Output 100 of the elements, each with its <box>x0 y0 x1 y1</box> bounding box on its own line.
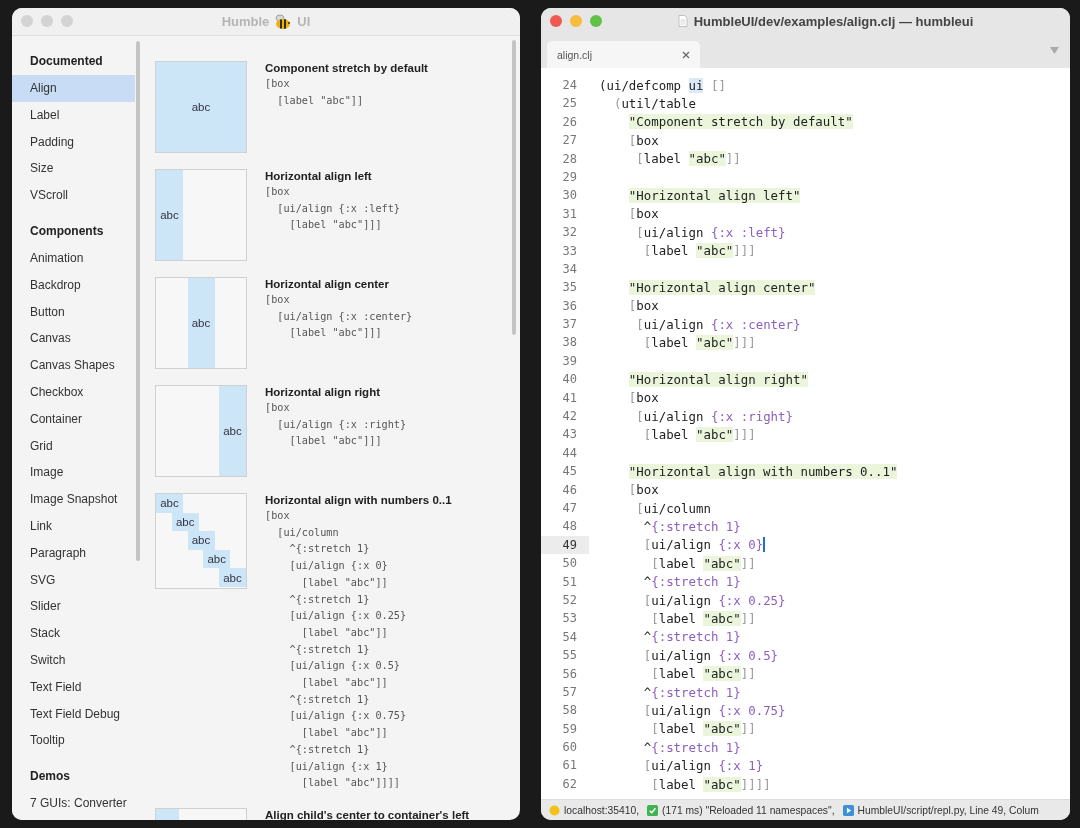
sidebar-item[interactable]: Container <box>12 405 135 433</box>
sidebar-item[interactable]: Stack <box>12 620 135 647</box>
line-number: 35 <box>561 279 578 297</box>
document-icon <box>677 15 688 27</box>
line-number: 48 <box>561 518 578 536</box>
sidebar-item[interactable]: SVG <box>12 566 135 594</box>
code-snippet: [box [label "abc"]] <box>265 77 365 108</box>
close-button[interactable] <box>21 15 33 27</box>
example-title: Component stretch by default <box>265 61 428 75</box>
sidebar-item[interactable]: Button <box>12 298 135 326</box>
aligned-label: abc <box>156 62 246 152</box>
window-title: UI <box>297 14 311 29</box>
line-number: 52 <box>561 591 578 609</box>
line-number: 27 <box>561 132 578 150</box>
zoom-button[interactable] <box>590 15 602 27</box>
line-number: 24 <box>561 77 578 94</box>
aligned-label: abc <box>187 278 215 368</box>
sidebar-item[interactable]: Padding <box>12 128 135 156</box>
line-number: 62 <box>561 775 578 793</box>
code-snippet: [box [ui/align {:x :right} [label "abc"]]] <box>265 401 407 449</box>
sidebar-item[interactable]: Switch <box>12 646 135 674</box>
code-line: ^{:stretch 1} <box>642 684 741 700</box>
checkmark-icon <box>647 804 658 816</box>
code-line: [ui/align {:x :center} <box>635 316 801 332</box>
sidebar-item[interactable]: Align <box>12 75 135 102</box>
line-number: 37 <box>561 316 578 334</box>
line-number: 40 <box>561 371 578 389</box>
code-line: ^{:stretch 1} <box>642 519 741 535</box>
zoom-button[interactable] <box>61 15 73 27</box>
file-tab[interactable]: align.clj <box>547 41 700 68</box>
aligned-label: abc <box>187 531 215 550</box>
line-number: 25 <box>561 95 578 113</box>
minimize-button[interactable] <box>41 15 53 27</box>
code-line: [ui/align {:x :left} <box>635 224 786 240</box>
code-line: [label "abc"]] <box>650 721 756 737</box>
aligned-label: abc <box>156 170 183 260</box>
line-number: 29 <box>561 168 578 186</box>
close-icon[interactable] <box>681 49 691 60</box>
minimize-button[interactable] <box>570 15 582 27</box>
code-line: [ui/align {:x 0.5} <box>642 647 779 663</box>
line-number: 41 <box>561 389 578 407</box>
code-line: [label "abc"]] <box>650 666 756 682</box>
code-line: [label "abc"]]] <box>642 427 756 443</box>
code-line: [ui/align {:x 1} <box>642 758 764 774</box>
status-text: (171 ms) "Reloaded 11 namespaces", <box>662 804 835 816</box>
aligned-label: abc <box>219 386 246 476</box>
aligned-label: abc <box>156 494 183 513</box>
sidebar-item[interactable]: Label <box>12 101 135 129</box>
code-line: [label "abc"]] <box>650 555 756 571</box>
example-title: Horizontal align center <box>265 277 390 291</box>
sidebar-item[interactable]: Paragraph <box>12 539 135 567</box>
code-line: [ui/align {:x 0} <box>642 537 766 553</box>
sidebar-item[interactable]: Grid <box>12 432 135 460</box>
sidebar-item[interactable]: Text Field <box>12 673 135 701</box>
sidebar-item[interactable]: Image Snapshot <box>12 486 135 513</box>
example-title: Horizontal align right <box>265 385 381 399</box>
sidebar-item[interactable]: VScroll <box>12 182 135 209</box>
sidebar-item[interactable]: Slider <box>12 593 135 621</box>
line-number: 46 <box>561 481 578 499</box>
code-line: [ui/align {:x 0.25} <box>642 592 786 608</box>
line-number: 43 <box>561 426 578 444</box>
sidebar-item[interactable]: 7 GUIs: Converter <box>12 790 135 817</box>
close-button[interactable] <box>550 15 562 27</box>
code-line: [label "abc"]]]] <box>650 776 771 792</box>
line-number: 34 <box>561 260 578 278</box>
sidebar-item[interactable]: Tooltip <box>12 727 135 755</box>
sidebar-item[interactable]: Checkbox <box>12 378 135 406</box>
code-line: [ui/align {:x 0.75} <box>642 702 786 718</box>
line-number: 58 <box>561 702 578 720</box>
code-line: ^{:stretch 1} <box>642 574 741 590</box>
code-line: [label "abc"]]] <box>642 243 756 259</box>
code-line: [box <box>627 206 659 222</box>
example-title: Horizontal align with numbers 0..1 <box>265 493 452 507</box>
line-number: 50 <box>561 555 578 573</box>
sidebar-item[interactable]: Backdrop <box>12 271 135 299</box>
line-number: 47 <box>561 500 578 517</box>
code-line: [ui/align {:x :right} <box>635 408 793 424</box>
aligned-label: abc <box>203 549 231 569</box>
sidebar-item[interactable]: Link <box>12 512 135 540</box>
code-line: (ui/defcomp ui [] <box>599 77 726 93</box>
aligned-label: abc <box>171 512 199 532</box>
line-number: 39 <box>561 352 578 370</box>
code-line: ^{:stretch 1} <box>642 739 741 755</box>
sidebar-item[interactable]: Size <box>12 155 135 183</box>
sidebar-heading: Demos <box>29 768 71 786</box>
sidebar-item[interactable]: Image <box>12 459 135 487</box>
line-number: 30 <box>561 187 578 205</box>
sidebar-item[interactable]: Canvas Shapes <box>12 352 135 379</box>
sidebar-item[interactable]: Canvas <box>12 325 135 353</box>
sidebar-item[interactable]: Text Field Debug <box>12 700 135 728</box>
code-line: [box <box>627 390 659 406</box>
window-title: HumbleUI/dev/examples/align.clj — humbleui <box>693 13 974 29</box>
line-number: 26 <box>561 113 578 131</box>
line-number: 55 <box>561 647 578 665</box>
code-line: [box <box>627 132 659 148</box>
dropdown-icon[interactable] <box>1049 46 1060 55</box>
line-number: 45 <box>561 463 578 481</box>
sidebar-item[interactable]: Animation <box>12 245 135 272</box>
line-number: 32 <box>561 224 578 242</box>
line-number: 56 <box>561 665 578 683</box>
